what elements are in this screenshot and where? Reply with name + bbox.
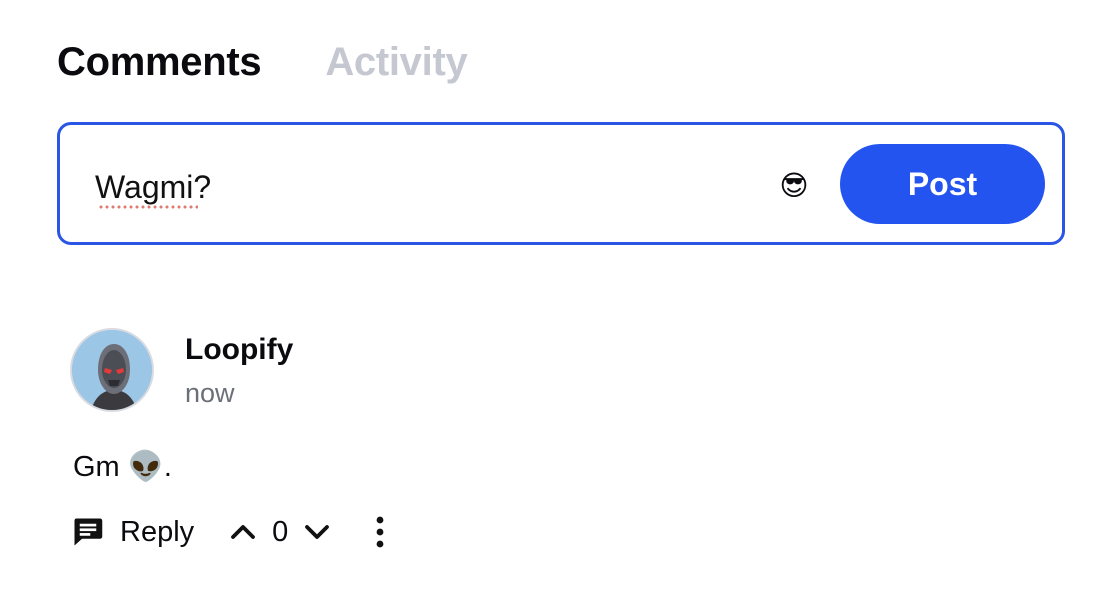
avatar[interactable] — [70, 328, 154, 412]
comment-timestamp: now — [185, 378, 235, 408]
comment-input[interactable] — [95, 167, 735, 207]
more-vertical-icon[interactable] — [374, 514, 386, 550]
comment-bubble-icon — [70, 514, 106, 550]
spellcheck-underline — [98, 205, 198, 209]
vote-count: 0 — [272, 515, 289, 548]
reply-label: Reply — [120, 515, 195, 548]
tab-activity[interactable]: Activity — [325, 40, 467, 85]
post-button[interactable]: Post — [840, 144, 1045, 224]
avatar-image — [72, 330, 152, 410]
comment-author[interactable]: Loopify — [185, 333, 293, 367]
comments-panel: Comments Activity 😎 Post Loopify now Gm … — [0, 0, 1102, 594]
comment-body: Gm 👽. — [73, 451, 172, 483]
comment-actions: Reply 0 — [70, 512, 386, 552]
tab-bar: Comments Activity — [57, 40, 468, 85]
sunglasses-emoji-icon[interactable]: 😎 — [777, 169, 811, 203]
chevron-down-icon[interactable] — [302, 517, 332, 547]
chevron-up-icon[interactable] — [228, 517, 258, 547]
vote-control: 0 — [228, 516, 332, 549]
tab-comments[interactable]: Comments — [57, 40, 262, 85]
comment-composer: 😎 Post — [57, 122, 1065, 245]
reply-button[interactable]: Reply — [70, 514, 194, 550]
